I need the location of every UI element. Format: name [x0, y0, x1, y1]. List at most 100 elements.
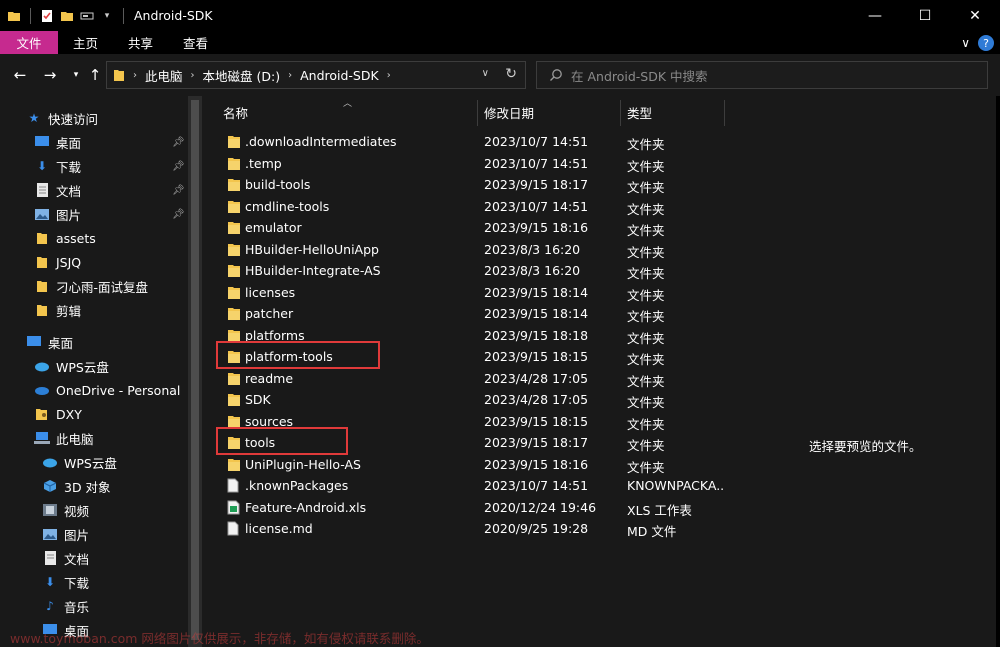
- tab-file[interactable]: 文件: [0, 31, 58, 54]
- nav-item-interview-review[interactable]: 刁心雨-面试复盘: [34, 275, 148, 297]
- chevron-right-icon[interactable]: ›: [288, 70, 292, 81]
- document-icon: [42, 550, 58, 566]
- nav-item-desktop[interactable]: 桌面: [34, 131, 81, 153]
- chevron-right-icon[interactable]: ›: [387, 70, 391, 81]
- nav-item-documents[interactable]: 文档: [34, 179, 81, 201]
- nav-item-editing[interactable]: 剪辑: [34, 299, 81, 321]
- file-row[interactable]: cmdline-tools 2023/10/7 14:51 文件夹: [202, 196, 725, 218]
- pin-icon[interactable]: 📌︎: [172, 209, 185, 220]
- file-row[interactable]: license.md 2020/9/25 19:28 MD 文件: [202, 518, 725, 540]
- breadcrumb-android-sdk[interactable]: Android-SDK: [300, 68, 379, 83]
- scrollbar-thumb[interactable]: [191, 100, 199, 640]
- file-row[interactable]: HBuilder-HelloUniApp 2023/8/3 16:20 文件夹: [202, 239, 725, 261]
- new-folder-icon[interactable]: [59, 8, 75, 24]
- nav-3d-objects[interactable]: 3D 对象: [42, 475, 111, 497]
- file-row[interactable]: licenses 2023/9/15 18:14 文件夹: [202, 282, 725, 304]
- tab-home[interactable]: 主页: [58, 31, 113, 54]
- search-box[interactable]: 在 Android-SDK 中搜索: [536, 61, 988, 89]
- column-header-type[interactable]: 类型: [627, 96, 652, 128]
- file-row[interactable]: patcher 2023/9/15 18:14 文件夹: [202, 303, 725, 325]
- breadcrumb-drive-d[interactable]: 本地磁盘 (D:): [203, 66, 281, 85]
- file-row[interactable]: .temp 2023/10/7 14:51 文件夹: [202, 153, 725, 175]
- nav-label: 桌面: [56, 135, 82, 151]
- back-button[interactable]: ←: [10, 65, 30, 85]
- nav-item-pictures[interactable]: 图片: [34, 203, 81, 225]
- address-bar[interactable]: › 此电脑 › 本地磁盘 (D:) › Android-SDK › ∨ ↻: [106, 61, 526, 89]
- folder-icon: [6, 8, 22, 24]
- folder-icon: [227, 263, 241, 278]
- nav-item-downloads[interactable]: ⬇ 下载: [34, 155, 81, 177]
- file-row[interactable]: .downloadIntermediates 2023/10/7 14:51 文件夹: [202, 131, 725, 153]
- file-row[interactable]: HBuilder-Integrate-AS 2023/8/3 16:20 文件夹: [202, 260, 725, 282]
- file-date: 2023/4/28 17:05: [484, 370, 589, 386]
- nav-label: 快速访问: [48, 111, 99, 127]
- nav-pc-wps-cloud[interactable]: WPS云盘: [42, 451, 117, 473]
- nav-item-jsjq[interactable]: JSJQ: [34, 251, 81, 273]
- file-row[interactable]: build-tools 2023/9/15 18:17 文件夹: [202, 174, 725, 196]
- file-row[interactable]: .knownPackages 2023/10/7 14:51 KNOWNPACKA.…: [202, 475, 725, 497]
- recent-locations-button[interactable]: ▾: [66, 65, 86, 85]
- nav-scrollbar[interactable]: [188, 96, 202, 647]
- nav-pc-downloads[interactable]: ⬇ 下载: [42, 571, 89, 593]
- nav-videos[interactable]: 视频: [42, 499, 89, 521]
- up-button[interactable]: ↑: [85, 65, 105, 85]
- nav-this-pc[interactable]: 此电脑: [34, 427, 94, 449]
- nav-quick-access[interactable]: ★ 快速访问: [26, 107, 98, 129]
- close-button[interactable]: ✕: [950, 0, 1000, 31]
- rename-icon[interactable]: [79, 8, 95, 24]
- file-row[interactable]: UniPlugin-Hello-AS 2023/9/15 18:16 文件夹: [202, 454, 725, 476]
- column-divider[interactable]: [620, 100, 621, 126]
- column-divider[interactable]: [477, 100, 478, 126]
- expand-ribbon-icon[interactable]: ∨: [961, 36, 970, 50]
- address-dropdown-icon[interactable]: ∨: [482, 68, 489, 79]
- column-header-name[interactable]: 名称: [223, 96, 248, 128]
- help-icon[interactable]: ?: [978, 35, 994, 51]
- nav-desktop-root[interactable]: 桌面: [26, 331, 73, 353]
- file-type: XLS 工作表: [627, 502, 692, 518]
- chevron-right-icon[interactable]: ›: [133, 70, 137, 81]
- nav-item-assets[interactable]: assets: [34, 227, 96, 249]
- forward-button[interactable]: →: [40, 65, 60, 85]
- maximize-button[interactable]: ☐: [900, 0, 950, 31]
- tab-share[interactable]: 共享: [113, 31, 168, 54]
- breadcrumb-this-pc[interactable]: 此电脑: [145, 66, 183, 85]
- refresh-icon[interactable]: ↻: [505, 66, 517, 82]
- file-list: ︿ 名称 修改日期 类型 .downloadIntermediates 2023/…: [202, 96, 725, 647]
- nav-wps-cloud[interactable]: WPS云盘: [34, 355, 109, 377]
- file-type: 文件夹: [627, 180, 665, 195]
- nav-label: 文档: [56, 183, 82, 199]
- file-name: HBuilder-Integrate-AS: [245, 263, 381, 278]
- nav-dxy[interactable]: DXY: [34, 403, 82, 425]
- nav-onedrive[interactable]: OneDrive - Personal: [34, 379, 180, 401]
- chevron-right-icon[interactable]: ›: [191, 70, 195, 81]
- minimize-button[interactable]: —: [850, 0, 900, 31]
- nav-label: 此电脑: [56, 431, 94, 447]
- customize-toolbar-icon[interactable]: ▾: [99, 8, 115, 24]
- title-bar: ▾ Android-SDK — ☐ ✕: [0, 0, 1000, 31]
- folder-icon: [227, 199, 241, 214]
- file-row[interactable]: readme 2023/4/28 17:05 文件夹: [202, 368, 725, 390]
- tab-view[interactable]: 查看: [168, 31, 223, 54]
- nav-pc-pictures[interactable]: 图片: [42, 523, 89, 545]
- pin-icon[interactable]: 📌︎: [172, 185, 185, 196]
- file-row[interactable]: Feature-Android.xls 2020/12/24 19:46 XLS 工…: [202, 497, 725, 519]
- nav-label: OneDrive - Personal: [56, 382, 181, 398]
- file-date: 2023/9/15 18:15: [484, 413, 589, 429]
- pin-icon[interactable]: 📌︎: [172, 137, 185, 148]
- folder-icon: [227, 392, 241, 407]
- file-name: Feature-Android.xls: [245, 499, 367, 515]
- file-date: 2023/4/28 17:05: [484, 392, 589, 407]
- cube-icon: [42, 478, 58, 494]
- file-date: 2023/8/3 16:20: [484, 241, 581, 257]
- file-row[interactable]: emulator 2023/9/15 18:16 文件夹: [202, 217, 725, 239]
- pin-icon[interactable]: 📌︎: [172, 161, 185, 172]
- column-header-date[interactable]: 修改日期: [484, 96, 534, 128]
- nav-music[interactable]: ♪ 音乐: [42, 595, 89, 617]
- nav-label: 文档: [64, 551, 90, 567]
- file-date: 2023/9/15 18:14: [484, 284, 589, 300]
- file-name: .temp: [245, 155, 282, 171]
- nav-pc-documents[interactable]: 文档: [42, 547, 89, 569]
- file-date: 2020/9/25 19:28: [484, 521, 589, 536]
- file-row[interactable]: SDK 2023/4/28 17:05 文件夹: [202, 389, 725, 411]
- properties-icon[interactable]: [39, 8, 55, 24]
